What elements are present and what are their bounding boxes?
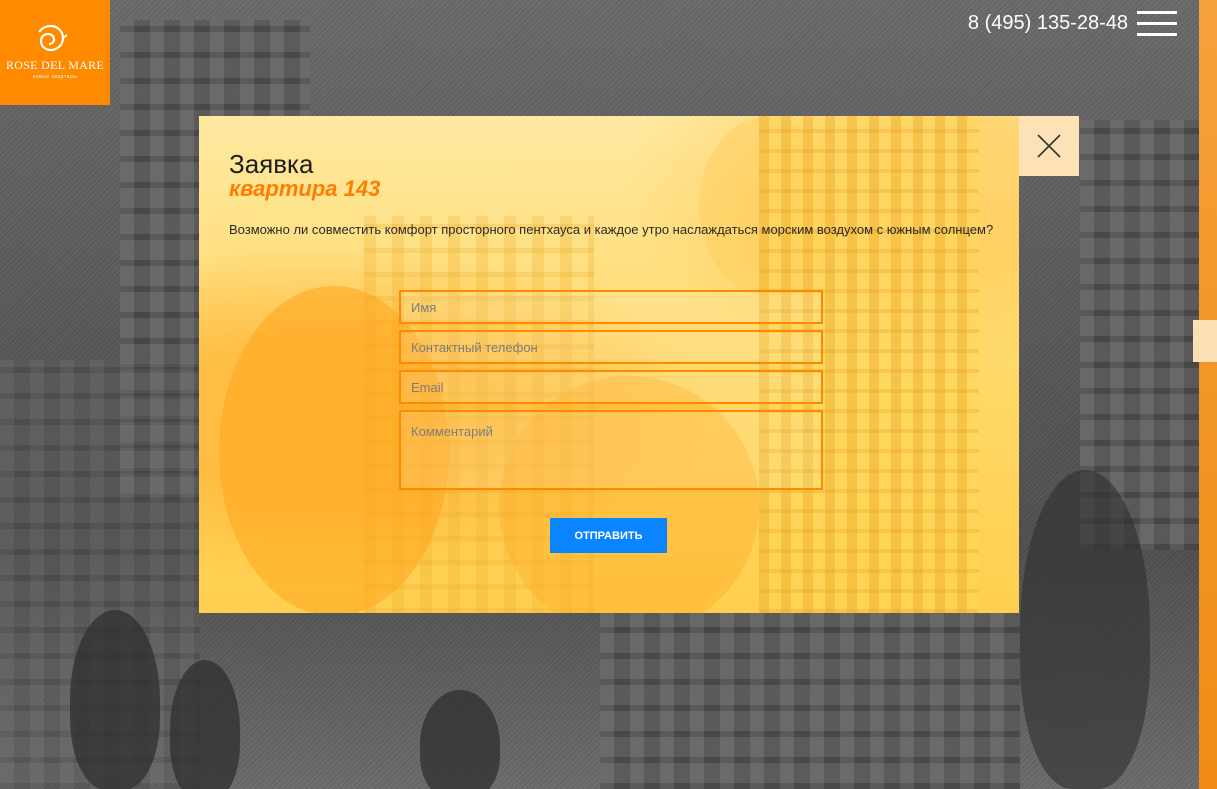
submit-button[interactable]: ОТПРАВИТЬ [550,518,667,553]
background-tree [420,690,500,789]
background-tree [1020,470,1150,789]
menu-button[interactable] [1137,10,1177,38]
logo[interactable]: ROSE DEL MARE новые квартиры [0,0,110,105]
phone-input[interactable] [399,330,823,364]
rose-logo-icon [38,24,68,52]
email-input[interactable] [399,370,823,404]
logo-tagline: новые квартиры [32,74,78,80]
page: ROSE DEL MARE новые квартиры 8 (495) 135… [0,0,1217,789]
logo-name: ROSE DEL MARE [5,58,105,72]
background-tree [70,610,160,789]
hamburger-icon [1137,11,1177,14]
modal-content: Заявка квартира 143 Возможно ли совмести… [199,116,1019,613]
side-scroll-stripe [1199,0,1217,789]
comment-textarea[interactable] [399,410,823,490]
phone-number[interactable]: 8 (495) 135-28-48 [940,12,1128,35]
name-input[interactable] [399,290,823,324]
close-button[interactable] [1019,116,1079,176]
background-tree [170,660,240,789]
background-building [600,600,1020,789]
request-modal: Заявка квартира 143 Возможно ли совмести… [199,116,1019,613]
modal-description: Возможно ли совместить комфорт просторно… [229,222,994,237]
side-scroll-handle[interactable] [1193,320,1217,362]
close-icon [1037,134,1061,158]
hamburger-icon [1137,33,1177,36]
hamburger-icon [1137,22,1177,25]
modal-subtitle: квартира 143 [229,176,381,201]
